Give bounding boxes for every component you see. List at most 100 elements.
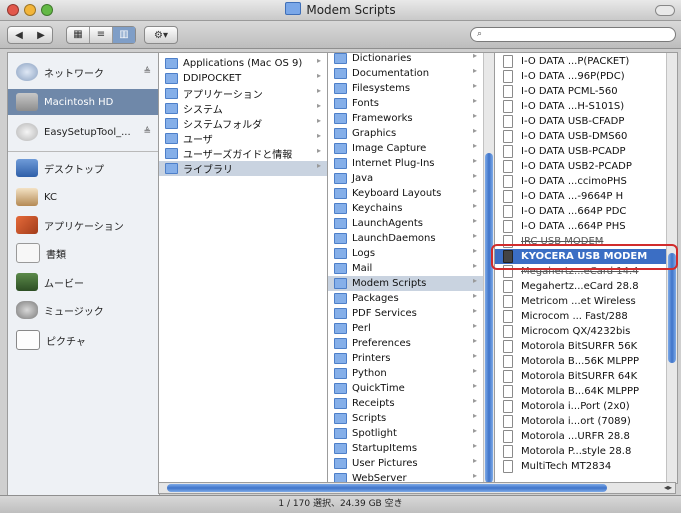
list-item[interactable]: Motorola i...ort (7089) (495, 414, 667, 429)
scroll-arrows-icon[interactable]: ◂▸ (664, 483, 672, 492)
eject-icon[interactable]: ≜ (143, 67, 151, 77)
list-item[interactable]: システムフォルダ ▸ (159, 116, 327, 131)
folder-icon (334, 113, 347, 124)
list-item[interactable]: Python ▸ (328, 366, 483, 381)
list-view-button[interactable]: ≡ (89, 27, 112, 43)
list-item[interactable]: Motorola i...Port (2x0) (495, 399, 667, 414)
sidebar-item-network[interactable]: ネットワーク ≜ (8, 59, 159, 85)
list-item[interactable]: DDIPOCKET ▸ (159, 71, 327, 86)
sidebar-item-documents[interactable]: 書類 (8, 240, 159, 266)
sidebar-item-macintosh-hd[interactable]: Macintosh HD (8, 89, 159, 115)
list-item[interactable]: Motorola BitSURFR 64K (495, 369, 667, 384)
list-item-label: Spotlight (352, 428, 397, 439)
scrollbar-thumb[interactable] (167, 484, 607, 492)
list-item[interactable]: Microcom QX/4232bis (495, 324, 667, 339)
folder-icon (285, 2, 302, 15)
toolbar-toggle-button[interactable] (655, 5, 675, 16)
action-menu-button[interactable]: ⚙▾ (144, 26, 178, 44)
forward-button[interactable]: ▶ (30, 30, 52, 41)
disclosure-arrow-icon: ▸ (316, 86, 321, 95)
list-item[interactable]: Spotlight ▸ (328, 426, 483, 441)
list-item[interactable]: Applications (Mac OS 9) ▸ (159, 56, 327, 71)
scrollbar-thumb[interactable] (485, 153, 493, 483)
list-item[interactable]: Filesystems ▸ (328, 81, 483, 96)
list-item[interactable]: Motorola ...URFR 28.8 (495, 429, 667, 444)
list-item-label: I-O DATA ...-9664P H (521, 191, 624, 202)
list-item-label: システムフォルダ (183, 120, 263, 131)
list-item[interactable]: QuickTime ▸ (328, 381, 483, 396)
list-item[interactable]: I-O DATA USB-CFADP (495, 114, 667, 129)
list-item[interactable]: Preferences ▸ (328, 336, 483, 351)
folder-icon (334, 383, 347, 394)
list-item[interactable]: Fonts ▸ (328, 96, 483, 111)
list-item[interactable]: Keychains ▸ (328, 201, 483, 216)
list-item[interactable]: Java ▸ (328, 171, 483, 186)
document-icon (503, 355, 513, 368)
back-button[interactable]: ◀ (8, 30, 30, 41)
title-bar[interactable]: Modem Scripts (0, 0, 681, 21)
list-item[interactable]: Motorola BitSURFR 56K (495, 339, 667, 354)
list-item[interactable]: I-O DATA USB-PCADP (495, 144, 667, 159)
list-item[interactable]: User Pictures ▸ (328, 456, 483, 471)
list-item[interactable]: Image Capture ▸ (328, 141, 483, 156)
list-item[interactable]: MultiTech MT2834 (495, 459, 667, 474)
list-item[interactable]: Megahertz...eCard 28.8 (495, 279, 667, 294)
disclosure-arrow-icon: ▸ (472, 411, 477, 420)
list-item[interactable]: I-O DATA ...664P PHS (495, 219, 667, 234)
search-field[interactable]: ⌕ (470, 27, 676, 42)
list-item[interactable]: I-O DATA ...H-S101S) (495, 99, 667, 114)
sidebar-item-music[interactable]: ミュージック (8, 297, 159, 323)
list-item[interactable]: I-O DATA USB2-PCADP (495, 159, 667, 174)
list-item[interactable]: LaunchAgents ▸ (328, 216, 483, 231)
list-item[interactable]: Logs ▸ (328, 246, 483, 261)
icon-view-button[interactable]: ▦ (67, 27, 89, 43)
list-item[interactable]: I-O DATA USB-DMS60 (495, 129, 667, 144)
disclosure-arrow-icon: ▸ (316, 101, 321, 110)
list-item[interactable]: StartupItems ▸ (328, 441, 483, 456)
list-item[interactable]: PDF Services ▸ (328, 306, 483, 321)
document-icon (503, 100, 513, 113)
list-item[interactable]: Packages ▸ (328, 291, 483, 306)
list-item[interactable]: Motorola B...56K MLPPP (495, 354, 667, 369)
list-item[interactable]: Microcom ... Fast/288 (495, 309, 667, 324)
column-view-button[interactable]: ▥ (112, 27, 135, 43)
list-item[interactable]: LaunchDaemons ▸ (328, 231, 483, 246)
list-item[interactable]: I-O DATA ...P(PACKET) (495, 54, 667, 69)
document-icon (503, 430, 513, 443)
list-item[interactable]: I-O DATA ...96P(PDC) (495, 69, 667, 84)
eject-icon[interactable]: ≜ (143, 127, 151, 137)
sidebar-item-pictures[interactable]: ピクチャ (8, 327, 159, 353)
list-item[interactable]: I-O DATA ...-9664P H (495, 189, 667, 204)
sidebar-item-easysetuptool[interactable]: EasySetupTool_... ≜ (8, 119, 159, 145)
list-item[interactable]: Internet Plug-Ins ▸ (328, 156, 483, 171)
list-item[interactable]: Metricom ...et Wireless (495, 294, 667, 309)
list-item[interactable]: Dictionaries ▸ (328, 53, 483, 66)
list-item[interactable]: I-O DATA ...664P PDC (495, 204, 667, 219)
list-item[interactable]: アプリケーション ▸ (159, 86, 327, 101)
list-item[interactable]: ユーザーズガイドと情報 ▸ (159, 146, 327, 161)
list-item[interactable]: I-O DATA ...ccimoPHS (495, 174, 667, 189)
disclosure-arrow-icon: ▸ (472, 321, 477, 330)
list-item[interactable]: Printers ▸ (328, 351, 483, 366)
sidebar-item-movies[interactable]: ムービー (8, 269, 159, 295)
list-item-label: I-O DATA ...H-S101S) (521, 101, 625, 112)
sidebar-item-applications[interactable]: アプリケーション (8, 212, 159, 238)
list-item[interactable]: Scripts ▸ (328, 411, 483, 426)
list-item-selected[interactable]: ライブラリ ▸ (159, 161, 327, 176)
list-item[interactable]: Perl ▸ (328, 321, 483, 336)
sidebar-item-desktop[interactable]: デスクトップ (8, 155, 159, 181)
list-item[interactable]: Receipts ▸ (328, 396, 483, 411)
list-item[interactable]: Documentation ▸ (328, 66, 483, 81)
horizontal-scrollbar[interactable]: ◂▸ (158, 482, 676, 494)
list-item-selected[interactable]: Modem Scripts ▸ (328, 276, 483, 291)
list-item[interactable]: ユーザ ▸ (159, 131, 327, 146)
list-item[interactable]: Motorola P...style 28.8 (495, 444, 667, 459)
list-item[interactable]: I-O DATA PCML-560 (495, 84, 667, 99)
list-item[interactable]: Motorola B...64K MLPPP (495, 384, 667, 399)
sidebar-item-home[interactable]: KC (8, 184, 159, 210)
list-item[interactable]: システム ▸ (159, 101, 327, 116)
list-item[interactable]: Frameworks ▸ (328, 111, 483, 126)
list-item[interactable]: Keyboard Layouts ▸ (328, 186, 483, 201)
list-item[interactable]: Graphics ▸ (328, 126, 483, 141)
list-item[interactable]: Mail ▸ (328, 261, 483, 276)
